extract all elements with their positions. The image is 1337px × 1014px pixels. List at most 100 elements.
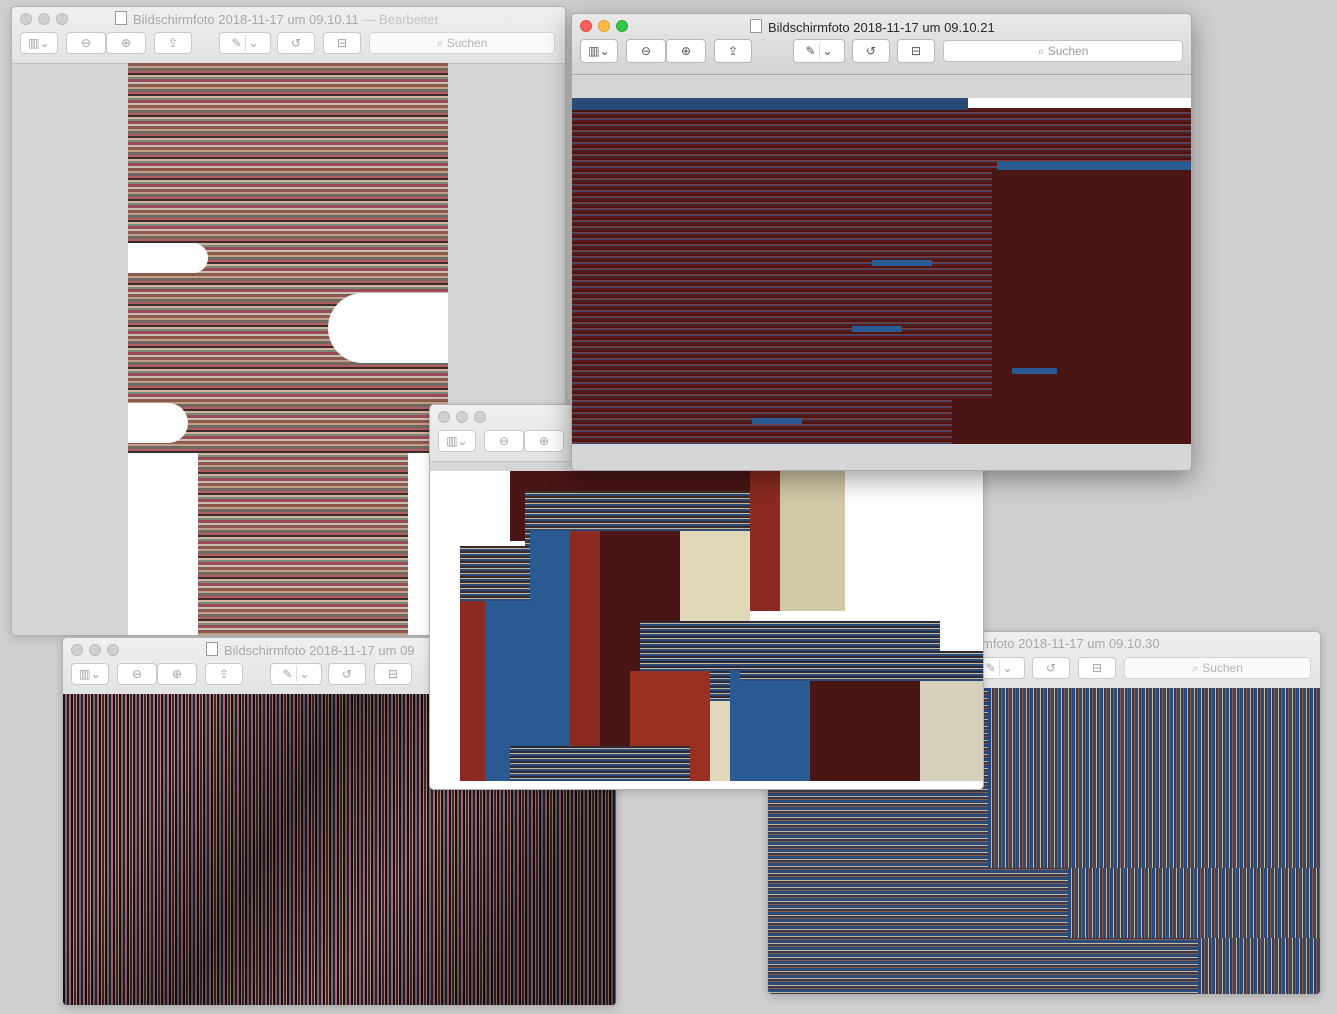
sidebar-icon: ▥ <box>28 36 40 50</box>
rotate-button[interactable]: ↺ <box>1032 657 1070 679</box>
edited-status: Bearbeitet <box>378 12 439 27</box>
rotate-button[interactable]: ↺ <box>277 32 315 54</box>
document-icon <box>206 642 218 656</box>
pen-icon: ✎ <box>231 36 242 50</box>
pen-icon: ✎ <box>282 667 293 681</box>
markup-button[interactable]: ✎ ⌄ <box>793 39 845 63</box>
pen-icon: ✎ <box>805 44 816 58</box>
zoom-in-button[interactable]: ⊕ <box>106 32 146 54</box>
document-icon <box>115 11 127 25</box>
zoom-in-button[interactable]: ⊕ <box>524 430 564 452</box>
window-title: Bildschirmfoto 2018-11-17 um 09 <box>206 642 415 658</box>
chevron-down-icon: ⌄ <box>599 44 610 58</box>
title-separator: — <box>362 12 376 27</box>
rotate-icon: ↺ <box>341 667 353 681</box>
share-button[interactable]: ⇪ <box>714 39 752 63</box>
toolbox-icon: ⊟ <box>387 667 399 681</box>
window-controls <box>71 643 125 661</box>
toolbar: Bildschirmfoto 2018-11-17 um 09.10.21 ▥ ⌄… <box>572 14 1191 75</box>
rotate-button[interactable]: ↺ <box>328 663 366 685</box>
share-button[interactable]: ⇪ <box>205 663 243 685</box>
zoom-out-icon: ⊖ <box>640 44 652 58</box>
rotate-icon: ↺ <box>290 36 302 50</box>
chevron-down-icon: ⌄ <box>248 36 259 50</box>
close-button[interactable] <box>580 20 592 32</box>
markup-button[interactable]: ✎ ⌄ <box>219 32 271 54</box>
chevron-down-icon: ⌄ <box>457 434 468 448</box>
window-controls <box>580 19 634 37</box>
close-button[interactable] <box>438 411 450 423</box>
chevron-down-icon: ⌄ <box>1002 661 1013 675</box>
image-canvas <box>572 98 1191 444</box>
rotate-button[interactable]: ↺ <box>852 39 890 63</box>
minimize-button[interactable] <box>38 13 50 25</box>
chevron-down-icon: ⌄ <box>822 44 833 58</box>
preview-window-2[interactable]: Bildschirmfoto 2018-11-17 um 09.10.21 ▥ ⌄… <box>571 13 1192 471</box>
window-title: Bildschirmfoto 2018-11-17 um 09.10.11 — … <box>115 11 438 27</box>
toolbox-button[interactable]: ⊟ <box>323 32 361 54</box>
toolbar: Bildschirmfoto 2018-11-17 um 09.10.11 — … <box>12 7 565 64</box>
pen-icon: ✎ <box>985 661 996 675</box>
zoom-in-icon: ⊕ <box>538 434 550 448</box>
zoom-out-icon: ⊖ <box>498 434 510 448</box>
document-icon <box>750 19 762 33</box>
window-title: Bildschirmfoto 2018-11-17 um 09.10.21 <box>750 19 995 35</box>
toolbox-icon: ⊟ <box>336 36 348 50</box>
minimize-button[interactable] <box>89 644 101 656</box>
search-field[interactable]: ⌕ Suchen <box>943 40 1183 62</box>
toolbox-button[interactable]: ⊟ <box>374 663 412 685</box>
search-placeholder: Suchen <box>1047 44 1089 58</box>
search-field[interactable]: ⌕ Suchen <box>1124 657 1311 679</box>
window-controls <box>438 410 492 428</box>
zoom-button[interactable] <box>616 20 628 32</box>
sidebar-button[interactable]: ▥ ⌄ <box>71 663 109 685</box>
zoom-in-icon: ⊕ <box>171 667 183 681</box>
zoom-button[interactable] <box>107 644 119 656</box>
window-controls <box>20 12 74 30</box>
toolbox-icon: ⊟ <box>910 44 922 58</box>
chevron-down-icon: ⌄ <box>299 667 310 681</box>
zoom-out-icon: ⊖ <box>80 36 92 50</box>
zoom-in-icon: ⊕ <box>680 44 692 58</box>
title-text: mfoto 2018-11-17 um 09.10.30 <box>982 636 1160 651</box>
zoom-button[interactable] <box>474 411 486 423</box>
markup-button[interactable]: ✎ ⌄ <box>270 663 322 685</box>
sidebar-icon: ▥ <box>79 667 91 681</box>
sidebar-button[interactable]: ▥ ⌄ <box>438 430 476 452</box>
share-button[interactable]: ⇪ <box>154 32 192 54</box>
toolbox-icon: ⊟ <box>1091 661 1103 675</box>
share-icon: ⇪ <box>727 44 739 58</box>
zoom-out-button[interactable]: ⊖ <box>626 39 666 63</box>
zoom-out-icon: ⊖ <box>131 667 143 681</box>
toolbox-button[interactable]: ⊟ <box>1078 657 1116 679</box>
sidebar-icon: ▥ <box>588 44 600 58</box>
search-field[interactable]: ⌕ Suchen <box>369 32 555 54</box>
chevron-down-icon: ⌄ <box>90 667 101 681</box>
window-title: mfoto 2018-11-17 um 09.10.30 <box>982 636 1160 651</box>
minimize-button[interactable] <box>456 411 468 423</box>
share-icon: ⇪ <box>167 36 179 50</box>
minimize-button[interactable] <box>598 20 610 32</box>
image-canvas <box>430 471 983 789</box>
sidebar-icon: ▥ <box>446 434 458 448</box>
search-icon: ⌕ <box>436 36 444 50</box>
title-text: Bildschirmfoto 2018-11-17 um 09.10.11 <box>133 12 359 27</box>
zoom-out-button[interactable]: ⊖ <box>117 663 157 685</box>
title-text: Bildschirmfoto 2018-11-17 um 09.10.21 <box>768 20 995 35</box>
zoom-in-button[interactable]: ⊕ <box>666 39 706 63</box>
sidebar-button[interactable]: ▥ ⌄ <box>580 39 618 63</box>
search-icon: ⌕ <box>1037 44 1045 58</box>
rotate-icon: ↺ <box>1045 661 1057 675</box>
sidebar-button[interactable]: ▥ ⌄ <box>20 32 58 54</box>
toolbox-button[interactable]: ⊟ <box>897 39 935 63</box>
zoom-out-button[interactable]: ⊖ <box>66 32 106 54</box>
close-button[interactable] <box>20 13 32 25</box>
close-button[interactable] <box>71 644 83 656</box>
zoom-button[interactable] <box>56 13 68 25</box>
zoom-in-button[interactable]: ⊕ <box>157 663 197 685</box>
search-placeholder: Suchen <box>1202 661 1243 675</box>
search-placeholder: Suchen <box>446 36 488 50</box>
image-canvas <box>128 63 448 635</box>
share-icon: ⇪ <box>218 667 230 681</box>
zoom-out-button[interactable]: ⊖ <box>484 430 524 452</box>
